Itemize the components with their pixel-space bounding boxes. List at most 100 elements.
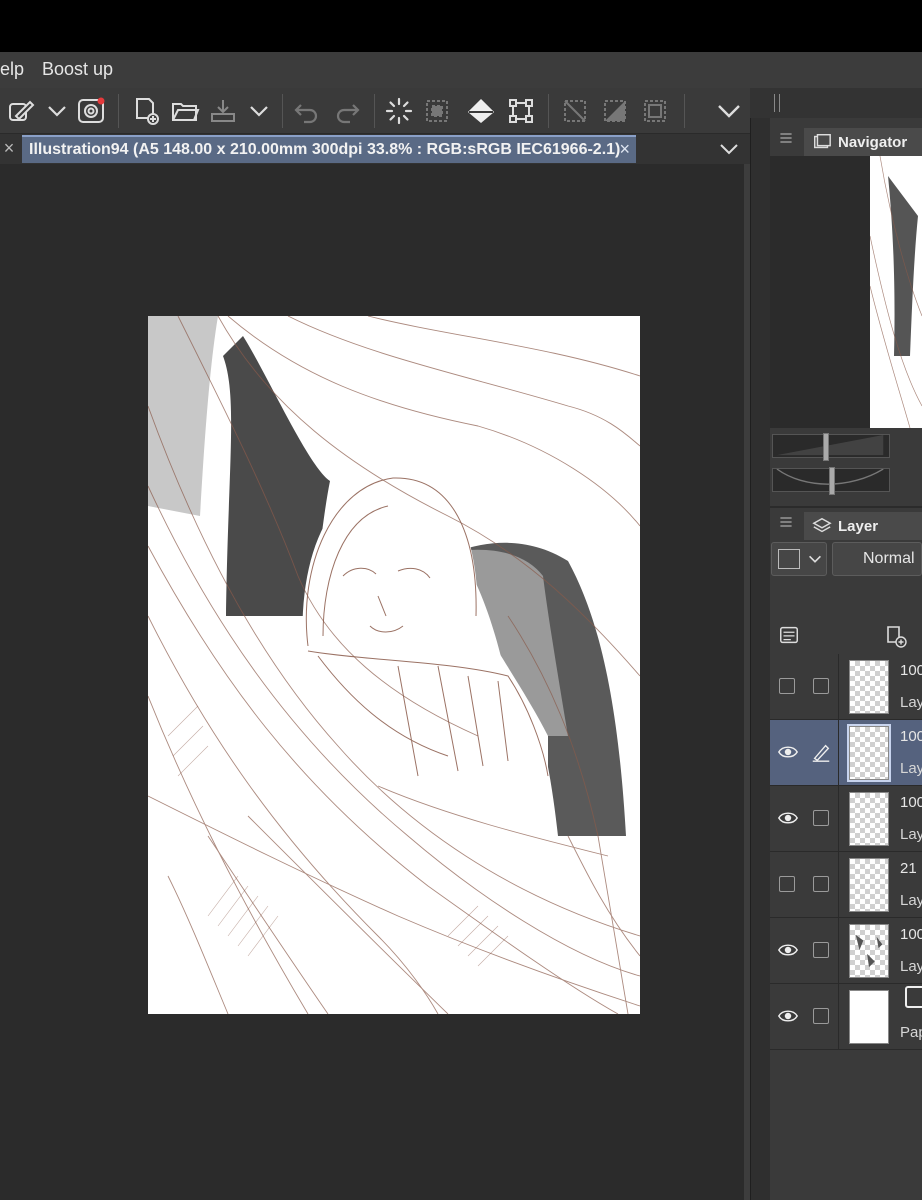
layer-toolbar (770, 616, 922, 652)
lock-checkbox (813, 678, 829, 694)
layer-thumbnail (849, 924, 889, 978)
layer-tab[interactable]: Layer (804, 512, 922, 540)
visibility-off-box (779, 876, 795, 892)
clear-icon[interactable] (382, 94, 416, 128)
layer-list: 100 Lay 100 Lay 100 Lay 21 Lay 100 Lay P… (770, 654, 922, 1052)
document-tab-bar: × Illustration94 (A5 148.00 x 210.00mm 3… (0, 134, 750, 164)
layer-visibility-toggle[interactable] (776, 938, 800, 962)
layer-row[interactable]: 100 Lay (770, 786, 922, 852)
artwork-canvas[interactable] (148, 316, 640, 1014)
layers-icon (812, 517, 832, 533)
paper-layer-icon (905, 986, 922, 1008)
lock-checkbox (813, 876, 829, 892)
document-close-icon[interactable]: × (619, 139, 630, 160)
redo-icon[interactable] (330, 94, 364, 128)
chevron-down-icon (809, 555, 821, 563)
layer-panel-header: Layer (770, 506, 922, 540)
layer-panel-title: Layer (838, 517, 879, 535)
pen-icon (812, 744, 830, 762)
layer-name: Lay (900, 826, 922, 843)
save-options-chevron-icon[interactable] (242, 94, 276, 128)
layer-row[interactable]: 21 Lay (770, 852, 922, 918)
layer-lock-toggle[interactable] (806, 806, 836, 830)
new-layer-icon[interactable] (884, 624, 908, 648)
toolbar-separator (548, 94, 549, 128)
layer-list-empty-area (770, 1052, 922, 1200)
layer-row-paper[interactable]: Pap (770, 984, 922, 1050)
layer-color-swatch (778, 549, 800, 569)
close-tab-icon[interactable]: × (0, 138, 18, 159)
show-selection-area-icon[interactable] (638, 94, 672, 128)
column-divider (838, 918, 839, 984)
open-folder-icon[interactable] (168, 94, 202, 128)
layer-lock-toggle[interactable] (806, 674, 836, 698)
navigator-title: Navigator (838, 133, 908, 151)
paper-thumbnail (849, 990, 889, 1044)
panel-grip-icon[interactable] (774, 94, 780, 112)
layer-opacity: 21 (900, 860, 917, 877)
layer-edit-indicator[interactable] (806, 740, 836, 764)
document-title: Illustration94 (A5 148.00 x 210.00mm 300… (29, 141, 621, 158)
layer-name: Lay (900, 892, 922, 909)
eye-icon (777, 1010, 799, 1022)
sketch-drawing (148, 316, 640, 1014)
rotate-slider-knob[interactable] (829, 467, 835, 495)
rotate-slider[interactable] (772, 467, 890, 495)
command-bar (0, 88, 750, 134)
layer-visibility-toggle[interactable] (776, 806, 800, 830)
blend-mode-select[interactable]: Normal (832, 542, 922, 576)
panel-menu-icon[interactable] (778, 130, 794, 146)
layer-row[interactable]: 100 Lay (770, 654, 922, 720)
layer-visibility-toggle[interactable] (776, 1004, 800, 1028)
fill-icon[interactable] (464, 94, 498, 128)
layer-property-icon[interactable] (778, 624, 800, 646)
layer-color-button[interactable] (771, 542, 827, 576)
blend-mode-value: Normal (863, 550, 915, 567)
layer-opacity: 100 (900, 662, 922, 679)
navigator-header: Navigator (770, 124, 922, 156)
column-divider (838, 654, 839, 720)
layer-panel-menu-icon[interactable] (778, 514, 794, 530)
chevron-down-icon[interactable] (40, 94, 74, 128)
toolbar-separator (684, 94, 685, 128)
invert-selection-icon[interactable] (598, 94, 632, 128)
layer-row[interactable]: 100 Lay (770, 918, 922, 984)
layer-row-selected[interactable]: 100 Lay (770, 720, 922, 786)
toolbar-separator (118, 94, 119, 128)
clear-outside-selection-icon[interactable] (420, 94, 454, 128)
new-canvas-icon[interactable] (130, 94, 164, 128)
visibility-off-box (779, 678, 795, 694)
toolbar-separator (282, 94, 283, 128)
save-icon[interactable] (206, 94, 240, 128)
transform-icon[interactable] (504, 94, 538, 128)
toolbar-separator (374, 94, 375, 128)
lock-checkbox (813, 942, 829, 958)
navigator-tab[interactable]: Navigator (804, 128, 922, 156)
lock-checkbox (813, 1008, 829, 1024)
document-tab[interactable]: Illustration94 (A5 148.00 x 210.00mm 300… (22, 135, 636, 163)
companion-app-icon[interactable] (74, 94, 108, 128)
column-divider (838, 852, 839, 918)
layer-thumbnail (849, 858, 889, 912)
layer-opacity: 100 (900, 794, 922, 811)
navigator-thumbnail (870, 156, 922, 428)
layer-lock-toggle[interactable] (806, 1004, 836, 1028)
panel-toolbar (750, 88, 922, 118)
undo-icon[interactable] (290, 94, 324, 128)
layer-visibility-toggle[interactable] (776, 740, 800, 764)
menu-help[interactable]: elp (0, 59, 24, 80)
layer-lock-toggle[interactable] (806, 938, 836, 962)
zoom-slider[interactable] (772, 433, 890, 461)
tab-list-chevron-icon[interactable] (716, 138, 742, 160)
navigator-preview[interactable] (770, 156, 922, 428)
menu-boost-up[interactable]: Boost up (42, 59, 113, 80)
panel-divider[interactable] (750, 88, 770, 1200)
toolbar-more-chevron-icon[interactable] (712, 94, 746, 128)
layer-visibility-toggle[interactable] (776, 872, 800, 896)
layer-visibility-toggle[interactable] (776, 674, 800, 698)
zoom-slider-knob[interactable] (823, 433, 829, 461)
canvas-scrollbar[interactable] (744, 164, 750, 1200)
deselect-icon[interactable] (558, 94, 592, 128)
layer-lock-toggle[interactable] (806, 872, 836, 896)
pen-settings-icon[interactable] (4, 94, 38, 128)
